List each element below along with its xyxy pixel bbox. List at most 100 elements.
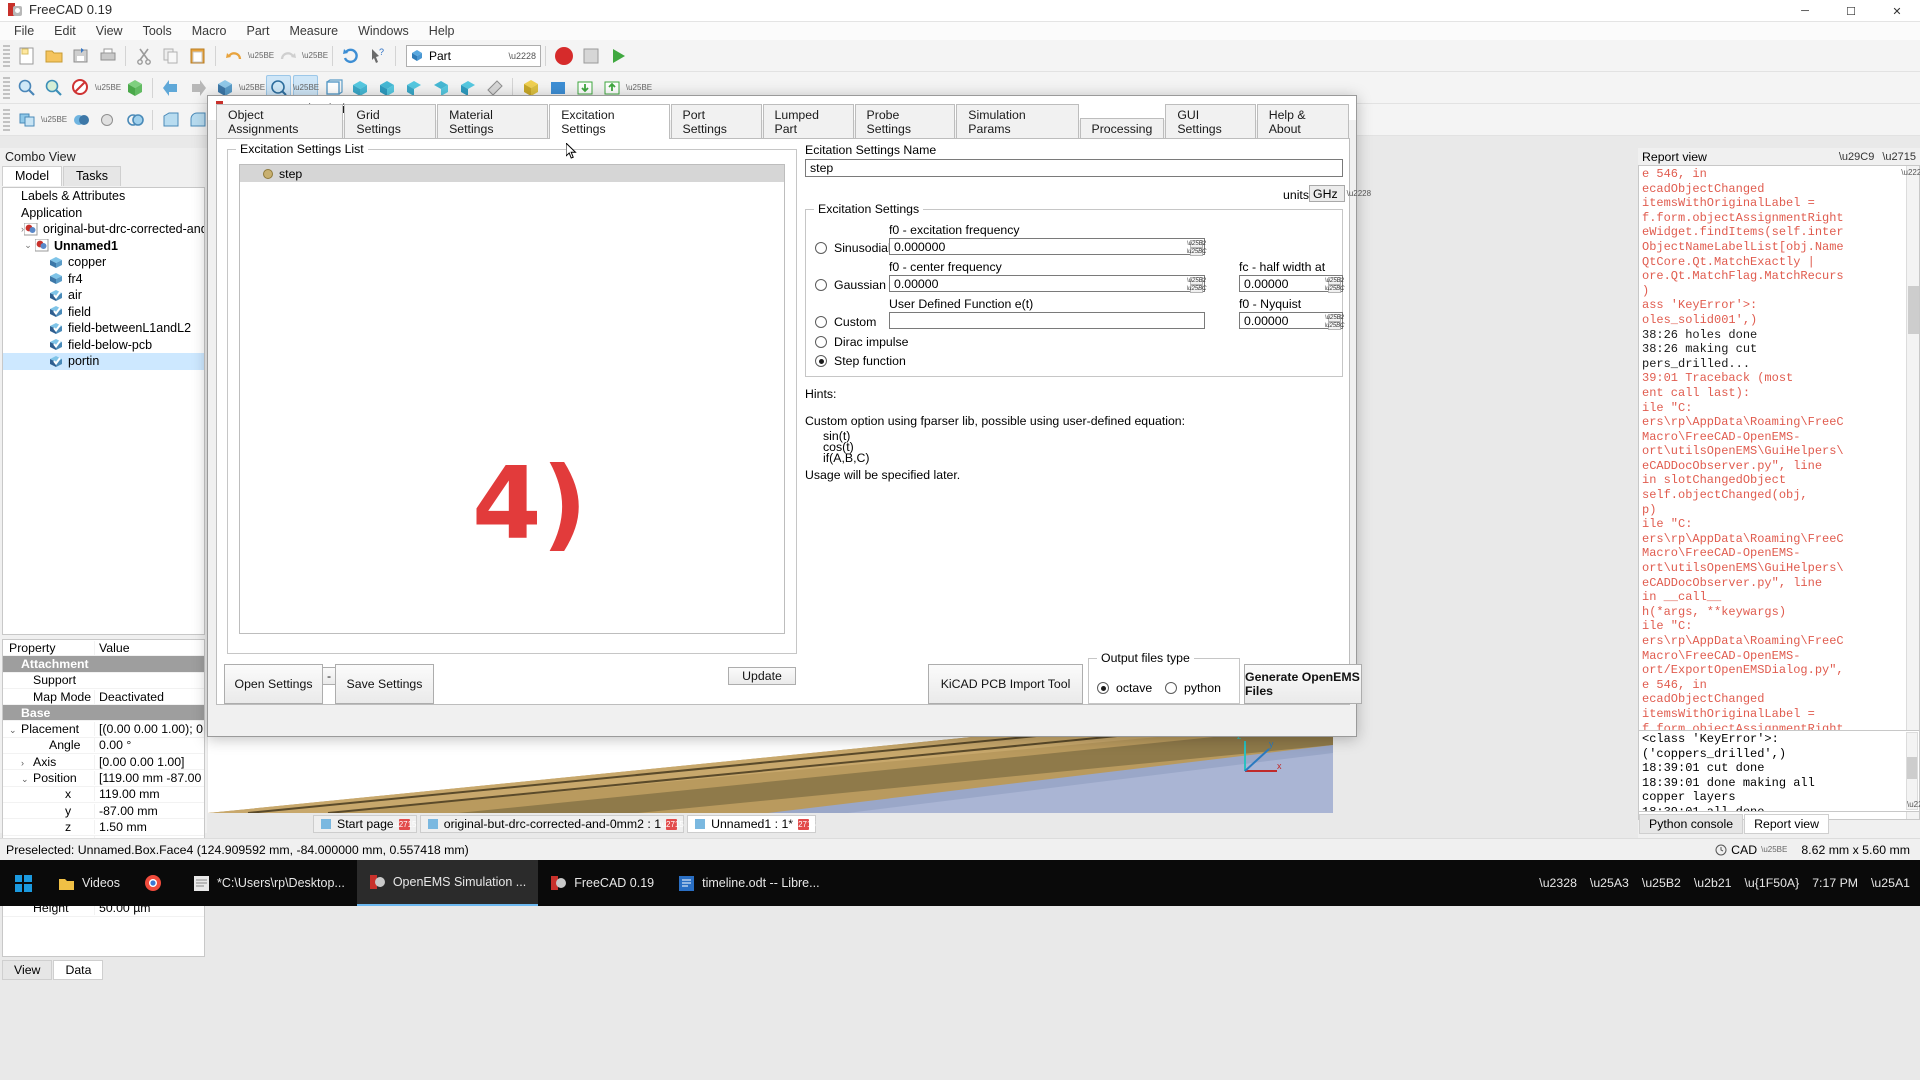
custom-option[interactable]: Custom (815, 315, 876, 329)
dialog-tab-processing[interactable]: Processing (1079, 118, 1165, 138)
undo-dropdown-icon[interactable]: \u25BE (248, 43, 274, 68)
property-expander[interactable]: ⌄ (9, 725, 21, 736)
excitation-name-input[interactable]: step (805, 159, 1343, 177)
fit-all-icon[interactable] (14, 75, 39, 100)
paste-icon[interactable] (185, 43, 210, 68)
taskbar-item-editor[interactable]: *C:\Users\rp\Desktop... (181, 860, 357, 906)
property-value[interactable]: [0.00 0.00 1.00] (94, 754, 204, 769)
menu-macro[interactable]: Macro (182, 23, 237, 39)
menu-view[interactable]: View (86, 23, 133, 39)
menu-edit[interactable]: Edit (44, 23, 86, 39)
clock-time[interactable]: 7:17 PM (1812, 876, 1858, 890)
notifications-icon[interactable]: \u25A1 (1871, 876, 1910, 890)
nyquist-frequency-stepper[interactable]: \u25B2 \u25BC (1325, 314, 1345, 330)
isometric-view-icon[interactable] (122, 75, 147, 100)
dialog-tab-grid-settings[interactable]: Grid Settings (344, 104, 437, 138)
tab-view[interactable]: View (2, 960, 53, 980)
kicad-pcb-import-button[interactable]: KiCAD PCB Import Tool (928, 664, 1083, 704)
close-icon[interactable]: \u2715 (659, 818, 684, 830)
tree-item-application[interactable]: Application (3, 205, 204, 222)
dialog-tab-simulation-params[interactable]: Simulation Params (956, 104, 1079, 138)
taskbar-item-openems[interactable]: OpenEMS Simulation ... (356, 860, 539, 906)
common-icon[interactable] (122, 107, 147, 132)
tree-item-copper[interactable]: copper (3, 254, 204, 271)
refresh-icon[interactable] (338, 43, 363, 68)
property-editor[interactable]: Property Value Attachment Support Map Mode… (2, 639, 205, 957)
boolean-icon[interactable] (14, 107, 39, 132)
redo-icon[interactable] (275, 43, 300, 68)
toolbar-grip[interactable] (3, 76, 10, 99)
property-row-support[interactable]: Support (3, 673, 204, 689)
tree-item-field[interactable]: field (3, 304, 204, 321)
dialog-tab-help-about[interactable]: Help & About (1256, 104, 1350, 138)
dialog-tab-material-settings[interactable]: Material Settings (437, 104, 549, 138)
dialog-tab-gui-settings[interactable]: GUI Settings (1165, 104, 1256, 138)
property-row-z[interactable]: z 1.50 mm (3, 819, 204, 836)
gaussian-option[interactable]: Gaussian (815, 278, 886, 292)
property-row-attachment[interactable]: Attachment (3, 656, 204, 673)
center-frequency-stepper[interactable]: \u25B2 \u25BC (1187, 277, 1207, 293)
menu-part[interactable]: Part (237, 23, 280, 39)
tab-model[interactable]: Model (2, 166, 63, 186)
network-icon[interactable]: \u2b21 (1694, 876, 1732, 890)
doc-tab-start-page[interactable]: Start page \u2715 (313, 815, 417, 833)
undo-icon[interactable] (221, 43, 246, 68)
excitation-settings-list[interactable]: step (239, 164, 785, 634)
taskbar-item-videos[interactable]: Videos (46, 860, 132, 906)
property-row-angle[interactable]: Angle 0.00 ° (3, 738, 204, 755)
window-minimize-button[interactable]: ─ (1782, 0, 1828, 22)
custom-radio[interactable] (815, 316, 827, 328)
fc-cutoff-input[interactable]: 0.00000 \u25B2 \u25BC (1239, 275, 1345, 293)
start-button[interactable] (0, 860, 46, 906)
open-document-icon[interactable] (41, 43, 66, 68)
list-item[interactable]: step (240, 165, 784, 182)
close-icon[interactable]: \u2715 (1882, 151, 1916, 163)
property-value[interactable]: [(0.00 0.00 1.00); 0.00 °; (119 (94, 722, 204, 737)
tray-icon-1[interactable]: \u2328 (1539, 876, 1577, 890)
volume-icon[interactable]: \u{1F50A} (1745, 876, 1800, 890)
undock-icon[interactable]: \u29C9 (1839, 151, 1874, 163)
units-select[interactable]: GHz \u2228 (1309, 185, 1371, 202)
taskbar-item-freecad[interactable]: FreeCAD 0.19 (538, 860, 666, 906)
dialog-tab-port-settings[interactable]: Port Settings (670, 104, 762, 138)
dirac-impulse-radio[interactable] (815, 336, 827, 348)
tree-item-portin[interactable]: portin (3, 353, 204, 370)
dialog-tab-lumped-part[interactable]: Lumped Part (762, 104, 854, 138)
new-document-icon[interactable] (14, 43, 39, 68)
print-document-icon[interactable] (95, 43, 120, 68)
property-value[interactable]: 1.50 mm (94, 819, 204, 834)
property-value[interactable]: 119.00 mm (94, 787, 204, 802)
navigation-mode[interactable]: CAD \u25BE (1715, 843, 1787, 857)
update-button[interactable]: Update (728, 667, 796, 685)
custom-function-input[interactable] (889, 312, 1205, 329)
boolean-dropdown-icon[interactable]: \u25BE (41, 107, 67, 132)
scrollbar-thumb[interactable] (1908, 286, 1919, 334)
scroll-down-icon[interactable]: \u2228 (1907, 800, 1920, 809)
toolbar-grip[interactable] (3, 44, 10, 67)
property-row-axis[interactable]: › Axis [0.00 0.00 1.00] (3, 754, 204, 771)
menu-measure[interactable]: Measure (279, 23, 348, 39)
python-option[interactable]: python (1165, 681, 1221, 695)
property-row-placement[interactable]: ⌄Placement[(0.00 0.00 1.00); 0.00 °; (11… (3, 721, 204, 738)
nav-back-icon[interactable] (158, 75, 183, 100)
window-maximize-button[interactable]: ☐ (1828, 0, 1874, 22)
model-tree[interactable]: Labels & Attributes Application › original… (2, 187, 205, 635)
union-icon[interactable] (68, 107, 93, 132)
open-settings-button[interactable]: Open Settings (224, 664, 323, 704)
generate-openems-files-button[interactable]: Generate OpenEMS Files (1244, 664, 1362, 704)
taskbar-item-libreoffice-writer[interactable]: timeline.odt -- Libre... (666, 860, 831, 906)
octave-radio[interactable] (1097, 682, 1109, 694)
nyquist-frequency-input[interactable]: 0.00000 \u25B2 \u25BC (1239, 312, 1345, 330)
step-function-radio[interactable] (815, 355, 827, 367)
property-row-position[interactable]: ⌄Position[119.00 mm -87.00 mm 1.5 (3, 770, 204, 787)
save-document-icon[interactable] (68, 43, 93, 68)
property-expander[interactable]: ⌄ (21, 774, 33, 785)
tree-item-field-below-pcb[interactable]: field-below-pcb (3, 337, 204, 354)
tree-expander[interactable]: ⌄ (21, 240, 35, 251)
workbench-selector[interactable]: Part \u2228 (406, 44, 541, 67)
tab-python-console[interactable]: Python console (1639, 814, 1744, 834)
property-expander[interactable]: › (21, 758, 33, 768)
tray-icon-2[interactable]: \u25A3 (1590, 876, 1629, 890)
close-icon[interactable]: \u2715 (392, 818, 416, 830)
property-row-base[interactable]: Base (3, 705, 204, 722)
